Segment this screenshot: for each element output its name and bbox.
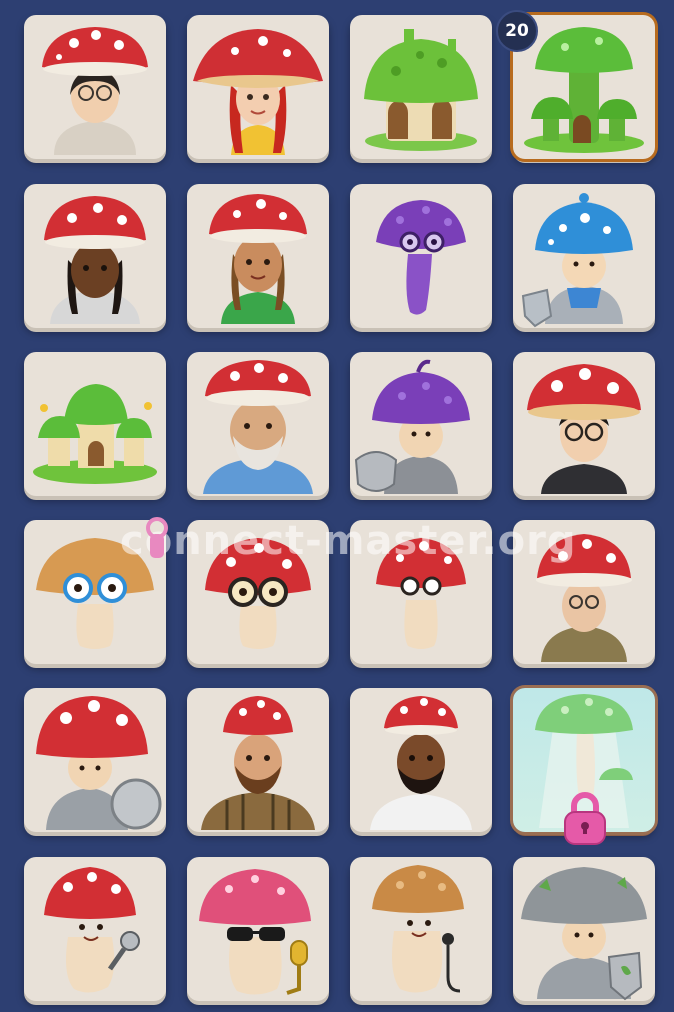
tile-woman-braids-dark[interactable] xyxy=(24,184,166,328)
level-badge: 20 xyxy=(496,10,538,52)
tan-mushroom-icon xyxy=(36,538,154,649)
tile-blue-mushroom-knight[interactable] xyxy=(513,184,655,328)
bearded-man-icon xyxy=(201,696,315,830)
redhead-girl-icon xyxy=(193,29,323,155)
brown-singer-icon xyxy=(372,865,464,993)
tile-grey-mushroom-knight[interactable] xyxy=(513,857,655,1001)
tile-mushroom-village[interactable] xyxy=(24,352,166,496)
sunglasses-singer-icon xyxy=(199,869,311,995)
girl-braids-icon xyxy=(209,194,307,324)
woman-braids-icon xyxy=(44,196,146,324)
tile-red-mushroom-singer[interactable] xyxy=(24,857,166,1001)
purple-mushroom-icon xyxy=(376,200,466,315)
red-mushroom-glasses-icon xyxy=(205,538,311,649)
lock-icon xyxy=(564,792,606,845)
tile-red-mushroom-big-glasses[interactable] xyxy=(187,520,329,664)
mushroom-house-icon xyxy=(364,29,478,151)
tile-man-glasses-cap[interactable] xyxy=(513,352,655,496)
blue-knight-icon xyxy=(521,193,633,328)
mushroom-tile-grid xyxy=(0,0,674,1012)
man-glasses-icon xyxy=(527,364,641,494)
tile-girl-braids-green-shirt[interactable] xyxy=(187,184,329,328)
red-knight-icon xyxy=(36,696,162,830)
old-man-icon xyxy=(203,360,313,494)
tile-woman-glasses-mushroom-hat[interactable] xyxy=(24,15,166,159)
tile-brown-mushroom-singer[interactable] xyxy=(350,857,492,1001)
tile-redhead-girl-big-hat[interactable] xyxy=(187,15,329,159)
tile-old-man-hoodie[interactable] xyxy=(513,520,655,664)
singer-icon xyxy=(44,867,140,993)
tile-green-mushroom-house[interactable] xyxy=(350,15,492,159)
tile-bearded-man-white-shirt[interactable] xyxy=(350,688,492,832)
small-lock-icon xyxy=(146,517,168,558)
grey-knight-icon xyxy=(521,867,647,1001)
bearded-man-2-icon xyxy=(370,696,472,830)
woman-red-cap-icon xyxy=(42,27,148,155)
tile-small-red-mushroom-glasses[interactable] xyxy=(350,520,492,664)
old-man-hoodie-icon xyxy=(536,534,632,662)
tile-red-mushroom-knight-shield[interactable] xyxy=(24,688,166,832)
tile-pink-mushroom-sunglasses[interactable] xyxy=(187,857,329,1001)
tile-purple-mushroom-knight[interactable] xyxy=(350,352,492,496)
tile-old-man-beard[interactable] xyxy=(187,352,329,496)
tile-bearded-man-plaid[interactable] xyxy=(187,688,329,832)
mushroom-village-icon xyxy=(33,384,157,484)
tile-purple-mushroom-glasses[interactable] xyxy=(350,184,492,328)
purple-knight-icon xyxy=(354,359,470,494)
small-mushroom-icon xyxy=(376,538,466,649)
tile-tan-mushroom-blue-glasses[interactable] xyxy=(24,520,166,664)
